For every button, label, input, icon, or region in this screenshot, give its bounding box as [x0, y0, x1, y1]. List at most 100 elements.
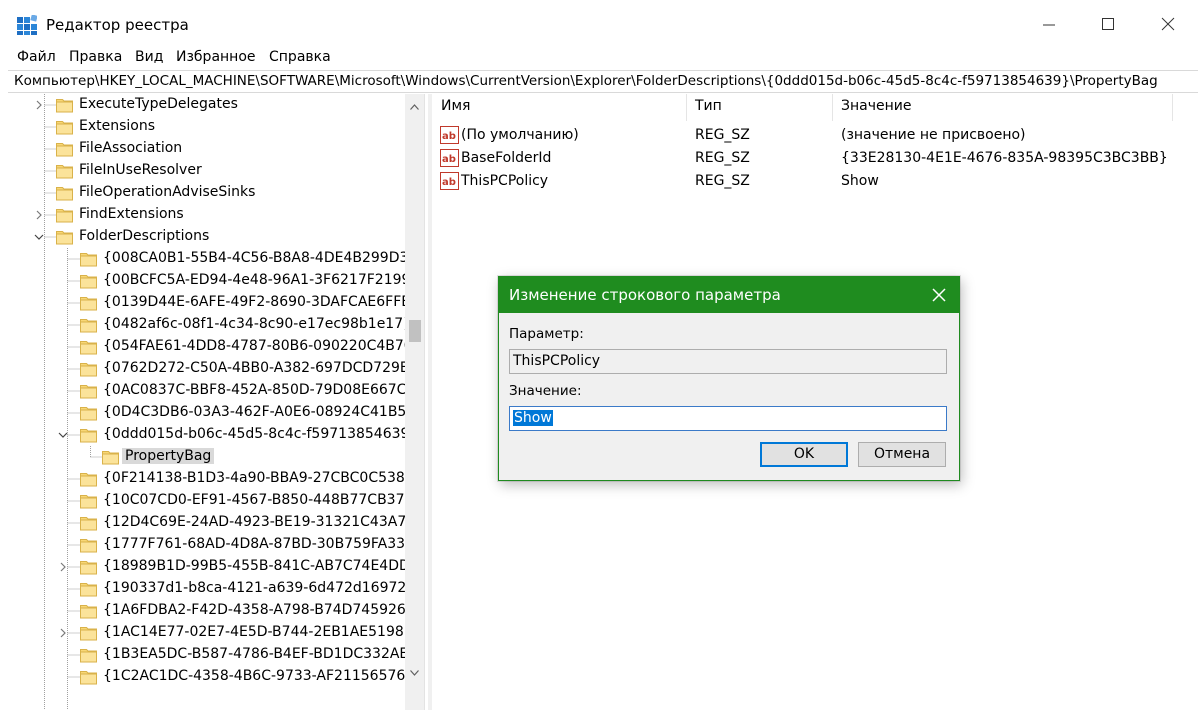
chevron-right-icon[interactable]	[33, 99, 45, 111]
tree-item[interactable]: {054FAE61-4DD8-4787-80B6-090220C4B700}	[8, 336, 424, 358]
chevron-right-icon[interactable]	[57, 627, 69, 639]
tree-item-label: {1A6FDBA2-F42D-4358-A798-B74D745926C5}	[103, 602, 425, 618]
tree-item[interactable]: Extensions	[8, 116, 405, 138]
folder-icon	[56, 140, 73, 157]
tree-item[interactable]: {190337d1-b8ca-4121-a639-6d472d16972a}	[8, 578, 424, 600]
menu-file[interactable]: Файл	[17, 49, 56, 65]
column-header-type[interactable]: Тип	[695, 98, 722, 114]
list-row[interactable]: ab ThisPCPolicy REG_SZ Show	[432, 170, 1200, 193]
folder-icon	[80, 514, 97, 531]
tree-item-label: Extensions	[79, 118, 156, 134]
folder-icon	[80, 404, 97, 421]
list-row[interactable]: ab BaseFolderId REG_SZ {33E28130-4E1E-46…	[432, 147, 1200, 170]
tree-item[interactable]: {0762D272-C50A-4BB0-A382-697DCD729B80}	[8, 358, 424, 380]
dialog-close-icon[interactable]	[929, 285, 949, 305]
tree-item[interactable]: {0F214138-B1D3-4a90-BBA9-27CBC0C5389A}	[8, 468, 424, 490]
tree-item[interactable]: {1B3EA5DC-B587-4786-B4EF-BD1DC332AEAE}	[8, 644, 424, 666]
tree-item[interactable]: FileOperationAdviseSinks	[8, 182, 405, 204]
address-bar[interactable]: Компьютер\HKEY_LOCAL_MACHINE\SOFTWARE\Mi…	[8, 70, 1198, 93]
cancel-button[interactable]: Отмена	[858, 442, 946, 467]
chevron-down-icon[interactable]	[33, 231, 45, 243]
folder-icon	[56, 118, 73, 135]
value-name: (По умолчанию)	[461, 127, 579, 143]
dialog-title-bar[interactable]: Изменение строкового параметра	[499, 277, 959, 313]
tree-item[interactable]: {0139D44E-6AFE-49F2-8690-3DAFCAE6FFB8}	[8, 292, 424, 314]
tree-item-label: {054FAE61-4DD8-4787-80B6-090220C4B700}	[103, 338, 425, 354]
string-value-icon: ab	[440, 149, 459, 167]
maximize-button[interactable]	[1096, 12, 1120, 36]
tree-item[interactable]: {00BCFC5A-ED94-4e48-96A1-3F6217F21990}	[8, 270, 424, 292]
regedit-window: Редактор реестра Файл Правка Вид Избранн…	[0, 0, 1200, 710]
scroll-up-arrow-icon[interactable]	[410, 98, 419, 114]
tree-item-label: {1C2AC1DC-4358-4B6C-9733-AF21156576F0}	[103, 668, 425, 684]
tree-item[interactable]: {18989B1D-99B5-455B-841C-AB7C74E4DDFC}	[8, 556, 424, 578]
dialog-title: Изменение строкового параметра	[509, 286, 781, 304]
column-header-name[interactable]: Имя	[441, 98, 470, 114]
regedit-app-icon	[17, 14, 38, 35]
tree-item-label: {0ddd015d-b06c-45d5-8c4c-f59713854639}	[103, 426, 419, 442]
tree-item-label: {0139D44E-6AFE-49F2-8690-3DAFCAE6FFB8}	[103, 294, 425, 310]
ok-button[interactable]: OK	[760, 442, 848, 467]
folder-icon	[80, 602, 97, 619]
tree-item[interactable]: {1AC14E77-02E7-4E5D-B744-2EB1AE5198B7}	[8, 622, 424, 644]
value-name: ThisPCPolicy	[461, 173, 549, 189]
title-bar[interactable]: Редактор реестра	[0, 0, 1200, 46]
tree-item[interactable]: {0AC0837C-BBF8-452A-850D-79D08E667CA7}	[8, 380, 424, 402]
tree-item[interactable]: FileInUseResolver	[8, 160, 405, 182]
menu-view[interactable]: Вид	[135, 49, 163, 65]
tree-item[interactable]: {0482af6c-08f1-4c34-8c90-e17ec98b1e17}	[8, 314, 412, 336]
folder-icon	[102, 448, 119, 465]
tree-item-label: {0F214138-B1D3-4a90-BBA9-27CBC0C5389A}	[103, 470, 425, 486]
menu-favorites[interactable]: Избранное	[176, 49, 256, 65]
chevron-down-icon[interactable]	[57, 429, 69, 441]
folder-icon	[56, 184, 73, 201]
column-separator[interactable]	[832, 94, 833, 121]
chevron-right-icon[interactable]	[57, 561, 69, 573]
menu-edit[interactable]: Правка	[69, 49, 122, 65]
tree-item[interactable]: FolderDescriptions	[8, 226, 405, 248]
folder-icon	[80, 316, 97, 333]
tree-item[interactable]: {12D4C69E-24AD-4923-BE19-31321C43A767}	[8, 512, 424, 534]
chevron-right-icon[interactable]	[33, 209, 45, 221]
edit-string-dialog: Изменение строкового параметра Параметр:…	[498, 276, 960, 481]
tree-item-label: {00BCFC5A-ED94-4e48-96A1-3F6217F21990}	[103, 272, 425, 288]
folder-icon	[80, 624, 97, 641]
string-value-icon: ab	[440, 172, 459, 190]
scroll-thumb[interactable]	[409, 320, 421, 342]
tree-item[interactable]: {1A6FDBA2-F42D-4358-A798-B74D745926C5}	[8, 600, 424, 622]
tree-item[interactable]: ExecuteTypeDelegates	[8, 94, 405, 116]
folder-icon	[80, 250, 97, 267]
minimize-button[interactable]	[1037, 12, 1061, 36]
tree-item[interactable]: {10C07CD0-EF91-4567-B850-448B77CB37F9}	[8, 490, 424, 512]
tree-item-label: {1777F761-68AD-4D8A-87BD-30B759FA33DD}	[103, 536, 425, 552]
tree-item[interactable]: FileAssociation	[8, 138, 405, 160]
tree-item[interactable]: {0D4C3DB6-03A3-462F-A0E6-08924C41B5D4}	[8, 402, 424, 424]
folder-icon	[80, 668, 97, 685]
column-separator[interactable]	[1172, 94, 1173, 121]
folder-icon	[80, 492, 97, 509]
value-name: BaseFolderId	[461, 150, 552, 166]
tree-item-label: FileAssociation	[79, 140, 183, 156]
list-row[interactable]: ab (По умолчанию) REG_SZ (значение не пр…	[432, 124, 1200, 147]
menu-help[interactable]: Справка	[269, 49, 331, 65]
tree-item[interactable]: {008CA0B1-55B4-4C56-B8A8-4DE4B299D3BE}	[8, 248, 424, 270]
tree-item[interactable]: PropertyBag	[8, 446, 405, 468]
close-button[interactable]	[1156, 12, 1180, 36]
param-name-field: ThisPCPolicy	[509, 349, 947, 374]
value-data-input[interactable]: Show	[509, 406, 947, 431]
folder-icon	[80, 360, 97, 377]
tree-item[interactable]: {0ddd015d-b06c-45d5-8c4c-f59713854639}	[8, 424, 418, 446]
scroll-down-arrow-icon[interactable]	[410, 664, 419, 680]
tree-item-label: FileInUseResolver	[79, 162, 202, 178]
column-header-value[interactable]: Значение	[841, 98, 911, 114]
value-type: REG_SZ	[695, 150, 750, 166]
tree-item[interactable]: {1777F761-68AD-4D8A-87BD-30B759FA33DD}	[8, 534, 424, 556]
registry-tree: ExecuteTypeDelegates Extensions FileAssoci…	[8, 94, 425, 710]
tree-item-label: {0AC0837C-BBF8-452A-850D-79D08E667CA7}	[103, 382, 425, 398]
tree-item[interactable]: {1C2AC1DC-4358-4B6C-9733-AF21156576F0}	[8, 666, 424, 688]
tree-scrollbar[interactable]	[405, 94, 424, 710]
column-separator[interactable]	[686, 94, 687, 121]
folder-icon	[80, 382, 97, 399]
svg-text:ab: ab	[442, 177, 456, 188]
tree-item[interactable]: FindExtensions	[8, 204, 405, 226]
